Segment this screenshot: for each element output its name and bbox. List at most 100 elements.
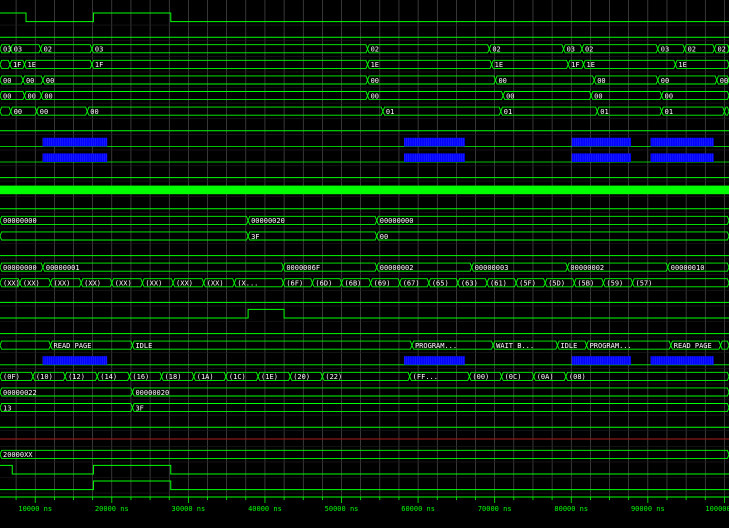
bus-value-label: 00000000 <box>3 217 37 225</box>
bus-value-label: 03 <box>95 46 103 54</box>
bus-value-label: IDLE <box>560 342 577 350</box>
bus-value-label: 02 <box>492 46 500 54</box>
bus-value-label: 00000001 <box>46 264 80 272</box>
bus-value-label: 01 <box>665 108 673 116</box>
dense-activity-block <box>42 137 108 147</box>
bus-value-label: 00 <box>661 77 669 85</box>
bus-value-label: 00000022 <box>3 389 37 397</box>
bus-value-label: (1C) <box>229 373 246 381</box>
bus-value-label: 3F <box>251 233 259 241</box>
bus-value-label: 00 <box>371 77 379 85</box>
axis-tick-label: 30000 ns <box>172 505 206 513</box>
bus-value-label: 00000003 <box>475 264 509 272</box>
bus-value-label: (18) <box>165 373 182 381</box>
bus-value-label: 00000020 <box>251 217 285 225</box>
bus-value-label: 00 <box>594 92 602 100</box>
bus-value-label: 02 <box>585 46 593 54</box>
bus-value-label: 1F <box>13 61 21 69</box>
bus-value-label: 00 <box>28 92 36 100</box>
bus-value-label: 03 <box>661 46 669 54</box>
bus-value-label: 00000010 <box>671 264 705 272</box>
bus-value-label: (16) <box>132 373 149 381</box>
bus-value-label: 00 <box>26 77 34 85</box>
bus-value-label: (XX) <box>54 280 71 288</box>
bus-value-label: 1E <box>371 61 379 69</box>
bus-value-label: 00 <box>3 77 11 85</box>
bus-value-label: READ PAGE <box>54 342 92 350</box>
bus-value-label: 0000006F <box>286 264 320 272</box>
axis-tick-label: 70000 ns <box>478 505 512 513</box>
dense-activity-block <box>42 356 108 365</box>
axis-tick-label: 50000 ns <box>325 505 359 513</box>
bus-value-label: PROGRAM... <box>590 342 632 350</box>
bus-value-label: PROGRAM... <box>415 342 457 350</box>
bus-value-label: 00 <box>665 92 673 100</box>
bus-value-label: WAIT B... <box>496 342 534 350</box>
bus-value-label: 02 <box>688 46 696 54</box>
dense-activity-block <box>42 153 108 162</box>
axis-tick-label: 10000 ns <box>18 505 52 513</box>
bus-value-label: 00000020 <box>135 389 169 397</box>
bus-value-label: (65) <box>432 280 449 288</box>
bus-value-label: 01 <box>504 108 512 116</box>
bus-value-label: (0A) <box>537 373 554 381</box>
waveform-viewer[interactable]: 03 03 02 03 02 02 03 02 03 02 021F 1E 1F 1E 1E 1F 1E 1E00… <box>0 0 729 528</box>
bus-value-label: (FF... <box>413 373 438 381</box>
bus-value-label: (10) <box>36 373 53 381</box>
bus-value-label: 00 <box>40 108 48 116</box>
bus-value-label: (5F) <box>519 280 536 288</box>
bus-value-label: 01 <box>600 108 608 116</box>
axis-tick-label: 60000 ns <box>401 505 435 513</box>
dense-activity-block <box>650 137 714 147</box>
bus-value-label: 02 <box>371 46 379 54</box>
bus-value-label: 02 <box>44 46 52 54</box>
bus-value-label: 03 <box>567 46 575 54</box>
bus-value-label: (00) <box>472 373 489 381</box>
bus-value-label: (69) <box>374 280 391 288</box>
dense-activity-block <box>404 153 465 162</box>
bus-value-label: (XX) <box>145 280 162 288</box>
waveform-background <box>0 0 729 528</box>
dense-activity-block <box>650 153 714 162</box>
highlight-bar <box>0 185 729 195</box>
dense-activity-block <box>404 356 465 365</box>
bus-value-label: 00 <box>44 92 52 100</box>
axis-tick-label: 20000 ns <box>95 505 129 513</box>
bus-value-label: 20000XX <box>3 451 33 459</box>
dense-activity-block <box>404 137 465 147</box>
bus-value-label: 1F <box>571 61 579 69</box>
bus-value-label: 1F <box>95 61 103 69</box>
bus-value-label: (1A) <box>197 373 214 381</box>
bus-value-label: (59) <box>606 280 623 288</box>
axis-tick-label: 90000 ns <box>631 505 665 513</box>
bus-value-label: 00000002 <box>570 264 604 272</box>
bus-value-label: (57) <box>636 280 653 288</box>
bus-value-label: (63) <box>461 280 478 288</box>
bus-value-label: (XX) <box>176 280 193 288</box>
bus-value-label: 1E <box>678 61 686 69</box>
bus-value-label: (6B) <box>345 280 362 288</box>
bus-value-label: (6F) <box>286 280 303 288</box>
bus-value-label: 00 <box>371 92 379 100</box>
bus-value-label: (XX) <box>3 280 20 288</box>
bus-value-label: 13 <box>3 404 11 412</box>
bus-value-label: 00 <box>90 108 98 116</box>
bus-value-label: (12) <box>68 373 85 381</box>
bus-value-label: (20) <box>293 373 310 381</box>
bus-value-label: (67) <box>403 280 420 288</box>
bus-value-label: 02 <box>717 46 725 54</box>
dense-activity-block <box>650 356 714 365</box>
bus-value-label: READ PAGE <box>674 342 712 350</box>
bus-value-label: 01 <box>386 108 394 116</box>
bus-value-label: 00 <box>46 77 54 85</box>
bus-value-label: (XX) <box>207 280 224 288</box>
bus-value-label: 00 <box>498 77 506 85</box>
bus-value-label: (6D) <box>315 280 332 288</box>
bus-value-label: (5B) <box>577 280 594 288</box>
bus-value-label: 00000000 <box>380 217 414 225</box>
bus-value-label: (XX) <box>115 280 132 288</box>
bus-value-label: 00 <box>506 92 514 100</box>
bus-value-label: 3F <box>135 404 143 412</box>
bus-value-label: (XX) <box>84 280 101 288</box>
bus-value-label: 03 <box>14 46 22 54</box>
